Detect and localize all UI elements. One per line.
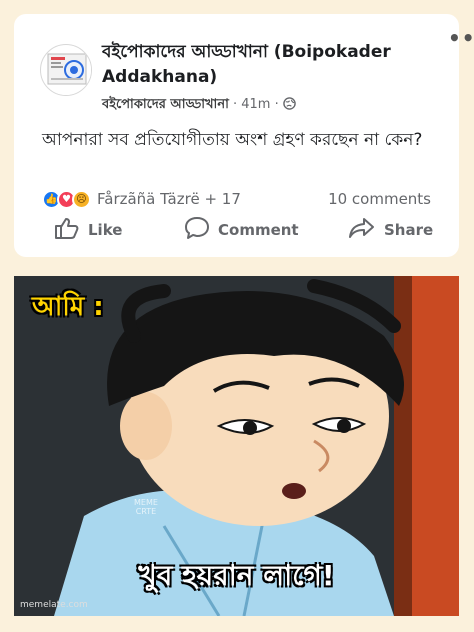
- page-logo-icon: [42, 46, 91, 95]
- post-actions: Like Comment Share: [14, 216, 459, 248]
- share-button[interactable]: Share: [348, 216, 433, 244]
- reaction-summary[interactable]: 👍 ♥ ☹ Fårzãñä Täzrë + 17: [42, 188, 241, 210]
- globe-icon: [283, 97, 296, 112]
- comment-button[interactable]: Comment: [184, 216, 299, 244]
- page-name[interactable]: বইপোকাদের আড্ডাখানা (Boipokader Addakhan…: [102, 40, 432, 90]
- post-text: আপনারা সব প্রতিযোগীতায় অংশ গ্রহণ করছেন …: [42, 130, 423, 150]
- sad-reaction-icon: ☹: [72, 189, 91, 209]
- page-avatar[interactable]: [40, 44, 92, 96]
- page-subname[interactable]: বইপোকাদের আড্ডাখানা: [102, 97, 229, 112]
- comment-count[interactable]: 10 comments: [328, 190, 431, 208]
- thumbs-up-icon: [54, 216, 88, 244]
- meme-image[interactable]: আমি : MEME CRTE খুব হয়রান লাগে! memelate…: [14, 276, 459, 616]
- comment-bubble-icon: [184, 216, 218, 244]
- post-time[interactable]: 41m: [241, 97, 270, 112]
- meme-watermark: MEME CRTE: [134, 498, 158, 516]
- like-label: Like: [88, 221, 123, 239]
- like-button[interactable]: Like: [54, 216, 122, 244]
- meme-label: আমি :: [32, 292, 104, 322]
- meme-caption: খুব হয়রান লাগে!: [138, 559, 335, 592]
- share-arrow-icon: [348, 216, 384, 244]
- meta-separator: ·: [274, 97, 283, 112]
- more-options-icon[interactable]: •••: [448, 28, 474, 48]
- share-label: Share: [384, 221, 434, 239]
- reactor-names[interactable]: Fårzãñä Täzrë + 17: [97, 190, 241, 208]
- meme-source: memelate.com: [20, 600, 88, 610]
- comment-label: Comment: [218, 221, 299, 239]
- post-meta: বইপোকাদের আড্ডাখানা · 41m ·: [102, 95, 296, 116]
